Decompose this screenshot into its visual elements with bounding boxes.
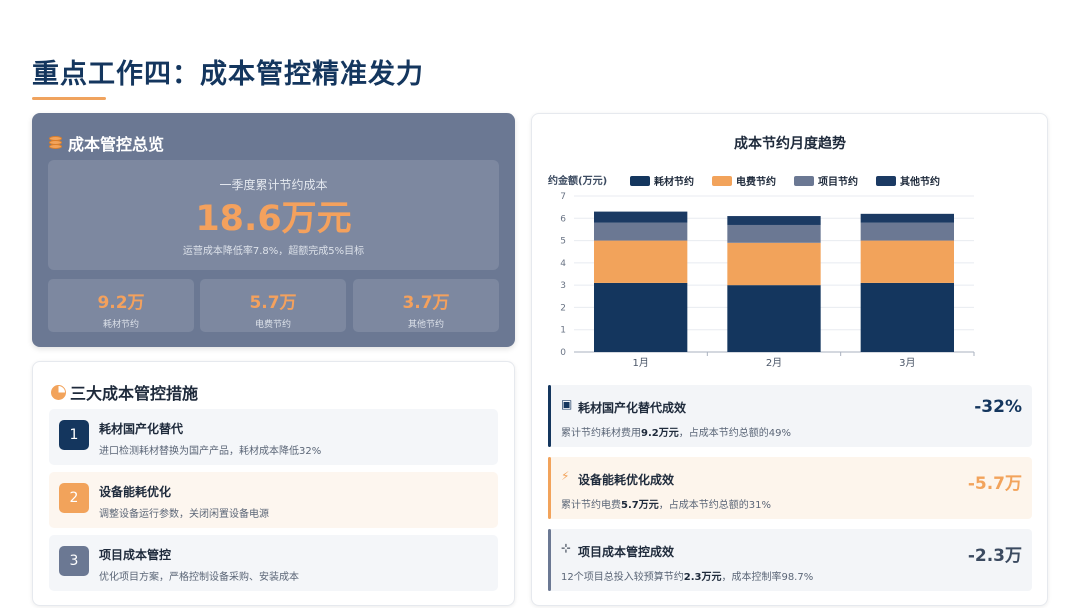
- measure-title: 耗材国产化替代: [99, 422, 184, 436]
- measure-desc: 调整设备运行参数，关闭闲置设备电源: [99, 509, 269, 520]
- x-tick-label: 3月: [899, 357, 915, 369]
- total-savings-box: 一季度累计节约成本 18.6万元 运营成本降低率7.8%，超额完成5%目标: [48, 160, 499, 270]
- bar-segment: [727, 242, 821, 286]
- bar-segment: [594, 211, 688, 223]
- effect-accent-bar: [548, 457, 551, 519]
- effect-desc: 累计节约电费5.7万元，占成本节约总额的31%: [561, 500, 771, 511]
- coins-icon: [48, 135, 64, 151]
- measure-item-2: 2 设备能耗优化 调整设备运行参数，关闭闲置设备电源: [49, 472, 498, 528]
- total-savings-value: 18.6万元: [195, 199, 352, 239]
- effect-accent-bar: [548, 529, 551, 591]
- cost-overview-card: 成本管控总览 一季度累计节约成本 18.6万元 运营成本降低率7.8%，超额完成…: [32, 113, 515, 347]
- bar-segment: [860, 282, 954, 352]
- effect-title: 项目成本管控成效: [578, 545, 675, 559]
- legend-label: 项目节约: [818, 175, 858, 188]
- measure-item-3: 3 项目成本管控 优化项目方案，严格控制设备采购、安装成本: [49, 535, 498, 591]
- stat-consumables: 9.2万 耗材节约: [48, 279, 194, 332]
- legend-label: 其他节约: [900, 175, 940, 188]
- measure-item-1: 1 耗材国产化替代 进口检测耗材替换为国产产品，耗材成本降低32%: [49, 409, 498, 465]
- stat-electricity: 5.7万 电费节约: [200, 279, 346, 332]
- y-tick-label: 0: [560, 348, 566, 358]
- trend-card: 成本节约月度趋势约金额(万元) 耗材节约 电费节约 项目节约 其他节约 0 1 2 3 4 5 6 7 1…: [531, 113, 1048, 606]
- bar-segment: [594, 240, 688, 283]
- effect-title: 设备能耗优化成效: [578, 473, 675, 487]
- stat-value: 9.2万: [97, 293, 145, 313]
- measures-heading: 三大成本管控措施: [51, 380, 198, 404]
- y-tick-label: 7: [560, 192, 566, 202]
- bar-segment: [594, 282, 688, 352]
- bar-segment: [727, 224, 821, 243]
- stat-label: 耗材节约: [102, 320, 139, 330]
- project-icon: ⊹: [561, 541, 572, 555]
- stat-other: 3.7万 其他节约: [353, 279, 499, 332]
- measures-card: 三大成本管控措施 1 耗材国产化替代 进口检测耗材替换为国产产品，耗材成本降低3…: [32, 361, 515, 606]
- legend-swatch: [794, 176, 814, 186]
- measure-desc: 进口检测耗材替换为国产产品，耗材成本降低32%: [99, 446, 322, 457]
- page-title: 重点工作四：成本管控精准发力: [32, 59, 424, 90]
- bar-segment: [727, 285, 821, 352]
- measure-number: 3: [59, 546, 89, 576]
- x-tick-label: 2月: [766, 357, 782, 369]
- stat-value: 5.7万: [249, 293, 297, 313]
- legend-swatch: [712, 176, 732, 186]
- measure-title: 项目成本管控: [99, 548, 172, 562]
- boxes-icon: ▣: [561, 397, 573, 411]
- lightning-icon: ⚡: [561, 469, 570, 483]
- legend-label: 耗材节约: [654, 175, 694, 188]
- total-savings-note: 运营成本降低率7.8%，超额完成5%目标: [182, 246, 365, 257]
- measure-number: 2: [59, 483, 89, 513]
- measure-title: 设备能耗优化: [99, 485, 172, 499]
- x-tick-label: 1月: [632, 357, 648, 369]
- stat-label: 其他节约: [407, 320, 444, 330]
- bar-segment: [594, 222, 688, 241]
- effect-item-3: ⊹ 项目成本管控成效 -2.3万 12个项目总投入较预算节约2.3万元，成本控制…: [548, 529, 1032, 591]
- y-tick-label: 5: [560, 237, 566, 247]
- y-tick-label: 2: [560, 303, 566, 313]
- savings-trend-chart: 成本节约月度趋势约金额(万元) 耗材节约 电费节约 项目节约 其他节约 0 1 2 3 4 5 6 7 1…: [548, 135, 975, 369]
- effect-value: -32%: [974, 397, 1022, 417]
- effect-desc: 12个项目总投入较预算节约2.3万元，成本控制率98.7%: [561, 572, 814, 583]
- y-tick-label: 6: [560, 214, 566, 224]
- stat-label: 电费节约: [254, 320, 291, 330]
- overview-heading: 成本管控总览: [48, 131, 164, 155]
- y-axis-label: 约金额(万元): [548, 174, 607, 187]
- stat-value: 3.7万: [402, 293, 450, 313]
- effect-value: -2.3万: [967, 546, 1022, 566]
- y-tick-label: 3: [560, 281, 566, 291]
- effect-item-2: ⚡ 设备能耗优化成效 -5.7万 累计节约电费5.7万元，占成本节约总额的31%: [548, 457, 1032, 519]
- measure-number: 1: [59, 420, 89, 450]
- pie-chart-icon: [51, 384, 66, 400]
- y-tick-label: 4: [560, 259, 566, 269]
- overview-heading-text: 成本管控总览: [68, 135, 165, 154]
- effect-value: -5.7万: [967, 474, 1022, 494]
- effect-item-1: ▣ 耗材国产化替代成效 -32% 累计节约耗材费用9.2万元，占成本节约总额的4…: [548, 385, 1032, 447]
- legend-label: 电费节约: [736, 175, 776, 188]
- bar-segment: [727, 216, 821, 225]
- bar-segment: [860, 213, 954, 223]
- effect-title: 耗材国产化替代成效: [578, 401, 687, 415]
- measures-heading-text: 三大成本管控措施: [70, 384, 199, 403]
- legend-swatch: [630, 176, 650, 186]
- measure-desc: 优化项目方案，严格控制设备采购、安装成本: [99, 572, 299, 583]
- bar-segment: [860, 222, 954, 241]
- y-tick-label: 1: [560, 326, 566, 336]
- chart-title: 成本节约月度趋势: [734, 135, 846, 152]
- legend-swatch: [876, 176, 896, 186]
- effect-accent-bar: [548, 385, 551, 447]
- effect-desc: 累计节约耗材费用9.2万元，占成本节约总额的49%: [561, 428, 791, 439]
- bar-segment: [860, 240, 954, 283]
- title-underline: [32, 97, 106, 100]
